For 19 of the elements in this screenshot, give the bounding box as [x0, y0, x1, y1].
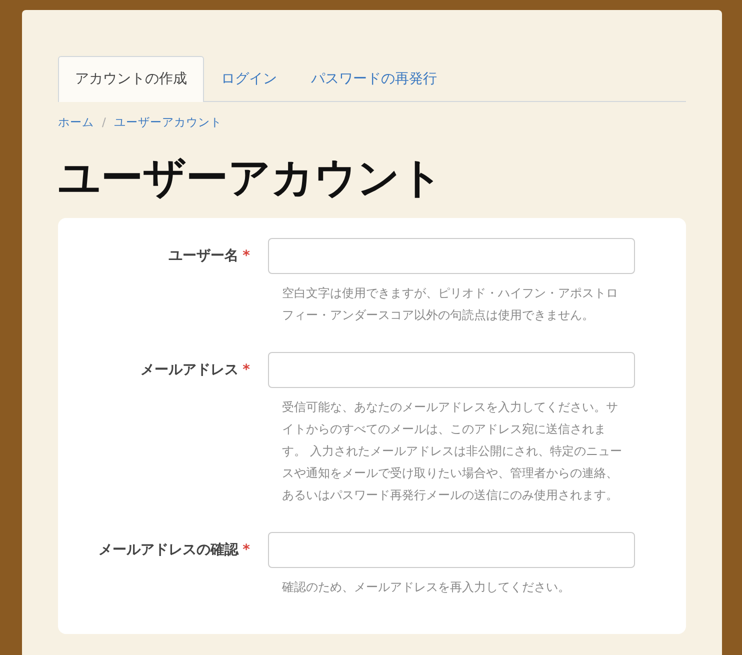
input-field[interactable]: [268, 352, 635, 388]
help-text: 確認のため、メールアドレスを再入力してください。: [281, 578, 571, 596]
help-text: 受信可能な、あなたのメールアドレスを入力してください。サイトからのすべてのメールは、このアドレス宛に送信されます。 入力されたメールアドレスは非公開にされ、特定のニュースや通知をメールで受け取りたい場合や、管理者からの連絡、あるいはパスワード再発行メールの送信にのみ使用されます。: [281, 398, 623, 504]
tab[interactable]: ログイン: [204, 56, 294, 102]
help-text: 空白文字は使用できますが、ピリオド・ハイフン・アポストロフィー・アンダースコア以外の句読点は使用できません。: [281, 284, 619, 324]
tab[interactable]: パスワードの再発行: [294, 56, 454, 102]
required-mark: *: [242, 362, 250, 378]
tab[interactable]: アカウントの作成: [58, 56, 204, 102]
required-mark: *: [242, 542, 250, 558]
page-title: ユーザーアカウント: [58, 153, 444, 204]
breadcrumb-separator: /: [102, 114, 106, 131]
required-mark: *: [242, 248, 250, 264]
input-field[interactable]: [268, 532, 635, 568]
breadcrumb-link[interactable]: ホーム: [58, 114, 94, 132]
field-label: ユーザー名: [168, 248, 239, 264]
input-field[interactable]: [268, 238, 635, 274]
field-label: メールアドレス: [140, 362, 239, 378]
breadcrumb-link[interactable]: ユーザーアカウント: [114, 114, 222, 132]
field-label: メールアドレスの確認: [98, 542, 239, 558]
